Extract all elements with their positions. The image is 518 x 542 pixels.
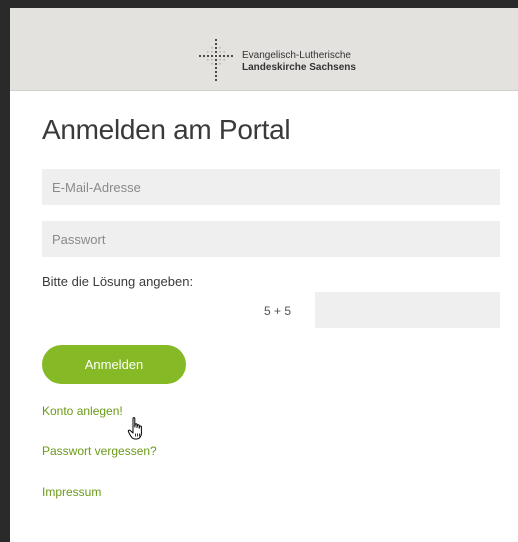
church-name: Evangelisch-Lutherische Landeskirche Sac… (242, 50, 356, 74)
window-frame-left (0, 0, 10, 542)
captcha-label: Bitte die Lösung angeben: (42, 274, 194, 289)
site-header: Evangelisch-Lutherische Landeskirche Sac… (10, 8, 518, 91)
logo-line-1: Evangelisch-Lutherische (242, 50, 351, 61)
password-input[interactable] (42, 221, 500, 257)
impressum-link[interactable]: Impressum (42, 485, 101, 499)
register-link[interactable]: Konto anlegen! (42, 404, 123, 418)
captcha-answer-input[interactable] (315, 292, 500, 328)
logo-line-2: Landeskirche Sachsens (242, 62, 356, 73)
login-panel: Anmelden am Portal Bitte die Lösung ange… (10, 90, 518, 542)
cross-dots-icon (199, 39, 233, 81)
captcha-question: 5 + 5 (264, 304, 292, 318)
forgot-password-link[interactable]: Passwort vergessen? (42, 444, 157, 458)
email-input[interactable] (42, 169, 500, 205)
login-button[interactable]: Anmelden (42, 345, 186, 384)
page-title: Anmelden am Portal (42, 114, 291, 145)
hand-pointer-icon (127, 417, 142, 440)
window-frame-top (0, 0, 518, 8)
